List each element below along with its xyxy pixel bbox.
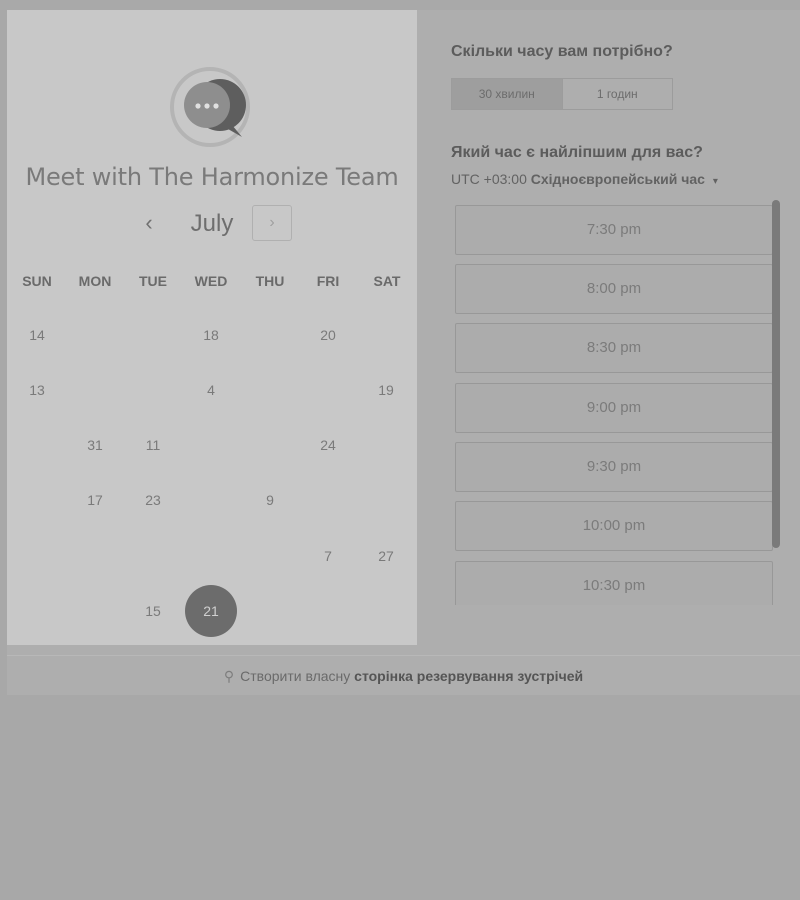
time-slot[interactable]: 9:30 pm [455,442,773,492]
timezone-offset: UTC +03:00 [451,171,527,187]
calendar-day[interactable]: 7 [302,530,354,582]
calendar-day[interactable]: 23 [127,474,179,526]
time-slot[interactable]: 8:00 pm [455,264,773,314]
booking-card: Meet with The Harmonize Team ‹ July › SU… [7,10,800,695]
calendar-day[interactable]: 24 [302,419,354,471]
weekday-label: MON [78,273,112,289]
calendar-day[interactable]: 13 [11,364,63,416]
duration-option-1hour[interactable]: 1 годин [563,79,673,109]
calendar-day[interactable]: 15 [127,585,179,637]
time-slot[interactable]: 10:30 pm [455,561,773,605]
weekday-header: SUN MON TUE WED THU FRI SAT [7,273,417,293]
time-question: Який час є найліпшим для вас? [451,144,703,161]
time-slot[interactable]: 10:00 pm [455,501,773,551]
calendar-day[interactable]: 14 [11,309,63,361]
calendar-day[interactable]: 17 [69,474,121,526]
footer-link[interactable]: сторінка резервування зустрічей [354,668,583,684]
calendar-day[interactable]: 9 [244,474,296,526]
calendar-day[interactable]: 4 [185,364,237,416]
time-slot[interactable]: 7:30 pm [455,205,773,255]
top-strip [0,0,800,10]
calendar-day[interactable]: 31 [69,419,121,471]
timezone-selector[interactable]: UTC +03:00 Східноєвропейський час ▾ [451,171,718,187]
calendar-panel: Meet with The Harmonize Team ‹ July › SU… [7,10,417,645]
calendar-day[interactable]: 27 [360,530,412,582]
footer-prefix: Створити власну [240,668,351,684]
duration-question: Скільки часу вам потрібно? [451,43,673,60]
duration-option-30min[interactable]: 30 хвилин [452,79,563,109]
weekday-label: WED [194,273,228,289]
duration-toggle: 30 хвилин 1 годин [451,78,673,110]
weekday-label: FRI [316,273,340,289]
month-label: July [190,210,234,237]
footer: ⚲ Створити власну сторінка резервування з… [7,655,800,696]
chevron-right-icon[interactable]: › [252,205,292,241]
timezone-name: Східноєвропейський час [530,171,705,187]
weekday-label: THU [255,273,285,289]
weekday-label: SUN [22,273,52,289]
time-slot[interactable]: 8:30 pm [455,323,773,373]
weekday-label: SAT [373,273,401,289]
weekday-label: TUE [139,273,167,289]
sprocket-icon: ⚲ [223,668,235,684]
chevron-down-icon: ▾ [712,176,718,187]
chevron-left-icon[interactable]: ‹ [132,209,166,239]
month-navigation: ‹ July › [7,203,417,247]
calendar-day[interactable]: 19 [360,364,412,416]
calendar-day-selected[interactable]: 21 [185,585,237,637]
time-selection-panel: Скільки часу вам потрібно? 30 хвилин 1 г… [417,10,800,645]
calendar-day[interactable]: 11 [127,419,179,471]
calendar-day[interactable]: 18 [185,309,237,361]
time-slot-scrollbar[interactable] [772,200,780,548]
time-slot[interactable]: 9:00 pm [455,383,773,433]
time-slot-list: 7:30 pm 8:00 pm 8:30 pm 9:00 pm 9:30 pm … [455,205,775,605]
page-title: Meet with The Harmonize Team [25,163,399,191]
chat-bubble-logo-icon [170,67,250,147]
calendar-day[interactable]: 20 [302,309,354,361]
